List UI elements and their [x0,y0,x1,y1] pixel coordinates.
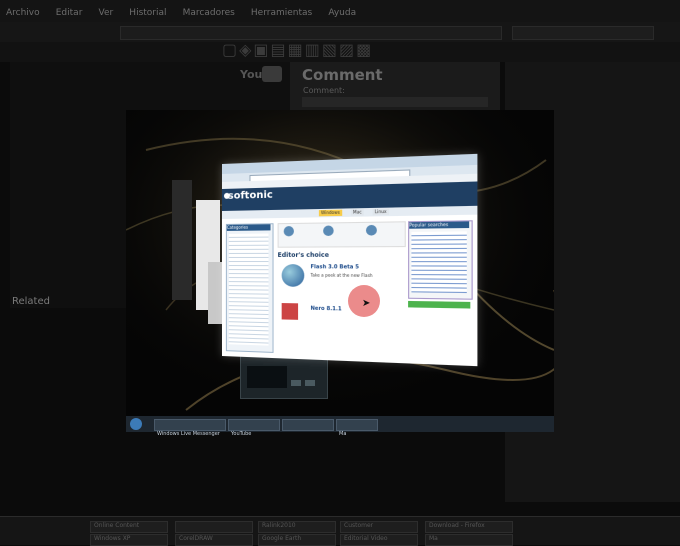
menu-item-ver[interactable]: Ver [99,8,114,18]
menu-item-archivo[interactable]: Archivo [6,8,40,18]
nav-tab: Linux [373,209,389,216]
youtube-logo-text: You [240,68,262,81]
media-control[interactable] [291,380,301,386]
taskbar-button[interactable]: Ma [336,419,378,431]
right-box-title: Popular searches [409,221,469,228]
youtube-logo[interactable]: You [240,66,282,84]
nav-tab: Mac [351,209,364,216]
flip3d-window-front[interactable]: softonic Windows Mac Linux Categories Ed… [222,154,477,366]
taskbar-button[interactable]: Ma [425,534,513,546]
sidebar-title: Categories [227,224,271,231]
flip3d-window-back[interactable] [172,180,192,300]
taskbar-button[interactable]: CorelDRAW [175,534,253,546]
taskbar-button[interactable]: Download - Firefox [425,521,513,533]
comment-title: Comment [302,66,383,84]
start-orb-icon[interactable] [130,418,142,430]
address-bar[interactable] [120,26,502,40]
softonic-logo: softonic [228,190,273,202]
featured-icon [284,226,294,236]
media-player-window[interactable] [240,355,328,399]
download-bar [408,301,470,309]
taskbar-button[interactable]: Customer [340,521,418,533]
product-title: Nero 8.1.1 [311,306,342,313]
taskbar-button[interactable]: Windows Live Messenger [154,419,226,431]
cursor-arrow-icon: ➤ [362,298,370,309]
product-icon [282,303,298,320]
editors-choice-heading: Editor's choice [278,252,329,259]
sidebar-links [229,233,269,345]
globe-icon [282,264,305,287]
product-description: Take a peek at the new Flash [311,272,373,278]
taskbar-button[interactable]: Google Earth [258,534,336,546]
menu-item-ayuda[interactable]: Ayuda [328,8,356,18]
related-label: Related [12,296,50,307]
menu-item-editar[interactable]: Editar [56,8,83,18]
nav-tab: Windows [319,210,342,217]
comment-label: Comment: [303,86,345,95]
youtube-tube-icon [262,66,282,82]
taskbar-button[interactable] [282,419,334,431]
taskbar-button[interactable]: Online Content [90,521,168,533]
taskbar-button[interactable]: YouTube [228,419,280,431]
featured-strip [278,221,406,247]
host-taskbar: Online Content Ralink2010 Customer Downl… [0,516,680,545]
taskbar-button[interactable]: Ralink2010 [258,521,336,533]
taskbar-button[interactable] [175,521,253,533]
vista-taskbar: Windows Live Messenger YouTube Ma [126,416,554,432]
taskbar-button[interactable]: Windows XP [90,534,168,546]
comment-textarea[interactable] [302,97,488,107]
media-screen [247,366,287,388]
menu-item-herramientas[interactable]: Herramientas [251,8,312,18]
featured-icon [366,225,377,236]
featured-icon [323,225,334,236]
menu-item-marcadores[interactable]: Marcadores [183,8,235,18]
taskbar-button[interactable]: Editorial Video [340,534,418,546]
media-control[interactable] [305,380,315,386]
right-box-links [411,231,466,293]
menu-bar: Archivo Editar Ver Historial Marcadores … [0,0,680,23]
toolbar-icons: ▢◈▣▤▦▥▧▨▩ [222,40,373,59]
search-input[interactable] [512,26,654,40]
menu-item-historial[interactable]: Historial [129,8,166,18]
product-title: Flash 3.0 Beta 5 [311,264,359,270]
